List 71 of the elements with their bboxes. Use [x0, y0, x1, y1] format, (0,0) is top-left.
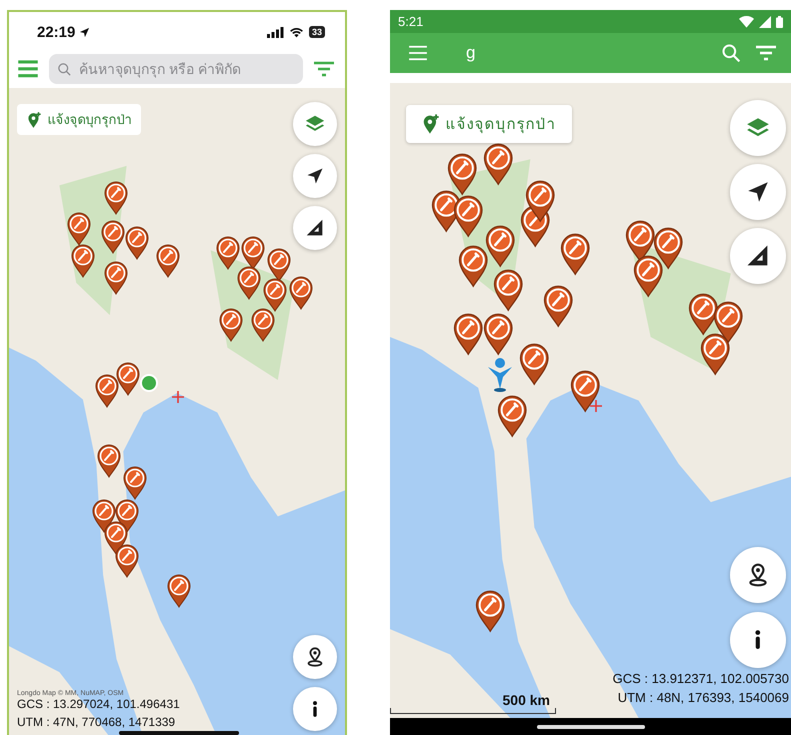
- map-pin[interactable]: [166, 574, 192, 608]
- map-pin[interactable]: [474, 590, 506, 632]
- search-field[interactable]: ค้นหาจุดบุกรุก หรือ ค่าพิกัด: [49, 54, 303, 84]
- map-pin[interactable]: [124, 226, 150, 260]
- map-pin[interactable]: [103, 261, 129, 295]
- filter-icon[interactable]: [313, 60, 335, 78]
- map-pin[interactable]: [70, 244, 96, 278]
- map-pin[interactable]: [652, 227, 684, 270]
- info-icon: [311, 701, 319, 717]
- search-icon[interactable]: [721, 43, 741, 63]
- crosshair-icon: [172, 391, 184, 403]
- report-encroachment-button[interactable]: แจ้งจุดบุกรุกป่า: [406, 105, 572, 143]
- map-pin[interactable]: [456, 245, 490, 288]
- map-pin[interactable]: [236, 266, 262, 300]
- add-pin-icon: [27, 110, 42, 128]
- menu-icon[interactable]: [17, 60, 39, 78]
- map-pin[interactable]: [114, 544, 140, 578]
- map-pin[interactable]: [66, 212, 92, 246]
- utm-coordinates: UTM : 48N, 176393, 1540069: [616, 689, 789, 708]
- map-pin[interactable]: [542, 285, 574, 328]
- map-pin[interactable]: [496, 395, 528, 438]
- map-pin[interactable]: [250, 308, 276, 342]
- map-pin[interactable]: [482, 143, 514, 186]
- map-pin[interactable]: [632, 255, 664, 298]
- map-pin[interactable]: [482, 313, 514, 356]
- battery-level: 33: [308, 26, 325, 38]
- map-pin[interactable]: [452, 313, 484, 356]
- info-icon: [753, 630, 763, 650]
- map-pin[interactable]: [446, 153, 478, 196]
- map-pin[interactable]: [698, 333, 732, 376]
- person-marker-icon: [486, 357, 514, 393]
- signal-icon: [266, 26, 284, 38]
- map-pin[interactable]: [686, 293, 720, 336]
- navigation-arrow-icon: [305, 166, 325, 186]
- status-time: 5:21: [398, 14, 424, 29]
- location-arrow-icon: [79, 26, 90, 38]
- map-pin[interactable]: [215, 236, 241, 270]
- map-pin[interactable]: [103, 181, 129, 215]
- map-pin[interactable]: [96, 444, 122, 478]
- search-field[interactable]: g: [464, 42, 707, 64]
- map-pin[interactable]: [218, 308, 244, 342]
- crosshair-icon: [590, 400, 602, 412]
- map-pin[interactable]: [518, 343, 550, 386]
- add-pin-icon: [422, 113, 440, 135]
- wifi-icon: [739, 16, 754, 28]
- signal-icon: [759, 16, 771, 28]
- map-pin[interactable]: [492, 269, 524, 312]
- map-pin[interactable]: [524, 180, 556, 222]
- map-pin[interactable]: [240, 236, 266, 270]
- battery-icon: [776, 16, 783, 28]
- map-pin[interactable]: [288, 276, 314, 310]
- wifi-icon: [288, 26, 304, 38]
- map-pin[interactable]: [452, 195, 484, 238]
- map-pin[interactable]: [155, 244, 181, 278]
- search-icon: [57, 62, 72, 76]
- map-pin[interactable]: [100, 220, 126, 254]
- map-pin[interactable]: [568, 370, 602, 412]
- map-pin[interactable]: [484, 225, 516, 268]
- gcs-coordinates: GCS : 13.297024, 101.496431: [17, 696, 180, 714]
- search-bar[interactable]: g: [390, 33, 791, 73]
- status-time: 22:19: [37, 24, 76, 40]
- utm-coordinates: UTM : 47N, 770468, 1471339: [17, 714, 176, 731]
- report-encroachment-button[interactable]: แจ้งจุดบุกรุกป่า: [17, 104, 142, 135]
- map-pin[interactable]: [115, 362, 141, 396]
- gcs-coordinates: GCS : 13.912371, 102.005730: [612, 670, 789, 688]
- map-pin[interactable]: [94, 374, 120, 408]
- scale-label: 500 km: [502, 692, 551, 708]
- map-pin[interactable]: [122, 466, 148, 500]
- map-pin[interactable]: [558, 233, 592, 276]
- map-pin[interactable]: [266, 248, 292, 282]
- map-pin[interactable]: [262, 278, 288, 312]
